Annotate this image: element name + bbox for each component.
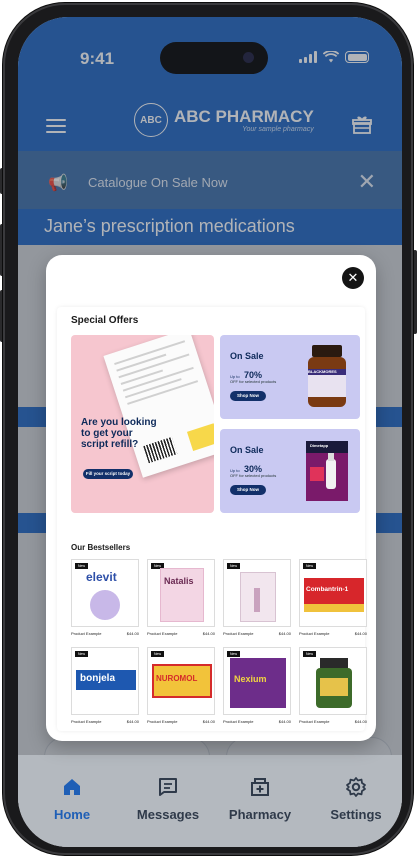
new-badge: New bbox=[227, 563, 241, 569]
product-price: $44.00 bbox=[354, 631, 367, 636]
product-price: $44.00 bbox=[126, 719, 139, 724]
tab-bar: Home Messages Pharmacy Settings bbox=[18, 755, 402, 847]
product-brand: BLACKMORES bbox=[308, 369, 337, 374]
modal-content: Special Offers Are you looking to get yo… bbox=[57, 307, 367, 731]
promo-sale-30[interactable]: On Sale Up to 30% OFF for selected produ… bbox=[220, 429, 360, 513]
product-name: Product Example bbox=[71, 719, 102, 724]
product-card[interactable]: New bonjela Product Example $44.00 bbox=[71, 647, 139, 724]
tab-label: Settings bbox=[330, 807, 382, 822]
tab-label: Home bbox=[53, 807, 91, 822]
new-badge: New bbox=[303, 563, 317, 569]
prescription-image bbox=[103, 335, 214, 478]
settings-icon bbox=[346, 777, 366, 797]
promo-subtitle: OFF for selected products bbox=[230, 473, 277, 478]
bestsellers-title: Our Bestsellers bbox=[71, 543, 131, 552]
product-name: Product Example bbox=[299, 631, 330, 636]
product-card[interactable]: New elevit Product Example $44.00 bbox=[71, 559, 139, 636]
product-card[interactable]: New Natalis Product Example $44.00 bbox=[147, 559, 215, 636]
product-image bbox=[254, 588, 260, 612]
product-brand: Nexium bbox=[234, 674, 267, 684]
new-badge: New bbox=[151, 651, 165, 657]
product-card[interactable]: New Combantrin-1 Product Example $44.00 bbox=[299, 559, 367, 636]
product-name: Product Example bbox=[71, 631, 102, 636]
product-name: Product Example bbox=[299, 719, 330, 724]
home-icon bbox=[64, 779, 80, 795]
promo-title: On Sale bbox=[230, 445, 264, 455]
new-badge: New bbox=[303, 651, 317, 657]
phone-frame: 9:41 ABC ABC PHARMACY Your sample pharma… bbox=[3, 3, 413, 855]
product-card[interactable]: New Product Example $44.00 bbox=[223, 559, 291, 636]
pharmacy-icon bbox=[251, 778, 269, 796]
tab-messages[interactable]: Messages bbox=[126, 775, 210, 822]
tab-label: Messages bbox=[136, 807, 200, 822]
product-brand: NUROMOL bbox=[156, 674, 198, 683]
product-image bbox=[320, 678, 348, 696]
product-name: Product Example bbox=[147, 719, 178, 724]
product-price: $44.00 bbox=[202, 719, 215, 724]
promo-subtitle: OFF for selected products bbox=[230, 379, 277, 384]
offers-modal: ✕ Special Offers Are you looking to get … bbox=[46, 255, 376, 741]
promo-sale-70[interactable]: On Sale Up to 70% OFF for selected produ… bbox=[220, 335, 360, 419]
special-offers-title: Special Offers bbox=[71, 315, 139, 326]
product-brand: Natalis bbox=[164, 576, 194, 586]
product-price: $44.00 bbox=[278, 631, 291, 636]
product-price: $44.00 bbox=[354, 719, 367, 724]
product-brand: Combantrin-1 bbox=[306, 586, 349, 593]
product-image bbox=[304, 604, 364, 612]
fill-script-button[interactable]: Fill your script today bbox=[83, 469, 133, 479]
tab-settings[interactable]: Settings bbox=[314, 775, 398, 822]
tab-home[interactable]: Home bbox=[30, 775, 114, 822]
shop-now-button[interactable]: Shop Now bbox=[230, 391, 266, 401]
tab-label: Pharmacy bbox=[228, 807, 292, 822]
new-badge: New bbox=[75, 563, 89, 569]
new-badge: New bbox=[75, 651, 89, 657]
product-brand: bonjela bbox=[80, 673, 116, 684]
product-price: $44.00 bbox=[202, 631, 215, 636]
product-price: $44.00 bbox=[126, 631, 139, 636]
product-name: Product Example bbox=[223, 719, 254, 724]
promo-title: On Sale bbox=[230, 351, 264, 361]
screen: 9:41 ABC ABC PHARMACY Your sample pharma… bbox=[18, 17, 402, 847]
product-image bbox=[320, 658, 348, 668]
product-card[interactable]: New NUROMOL Product Example $44.00 bbox=[147, 647, 215, 724]
new-badge: New bbox=[227, 651, 241, 657]
product-card[interactable]: New Product Example $44.00 bbox=[299, 647, 367, 724]
message-icon bbox=[159, 778, 177, 796]
modal-close-icon[interactable]: ✕ bbox=[342, 267, 364, 289]
product-card[interactable]: New Nexium Product Example $44.00 bbox=[223, 647, 291, 724]
supplement-bottle-icon bbox=[308, 345, 346, 407]
promo-script-refill[interactable]: Are you looking to get your script refil… bbox=[71, 335, 214, 513]
tab-pharmacy[interactable]: Pharmacy bbox=[218, 775, 302, 822]
product-brand: elevit bbox=[86, 570, 117, 584]
product-name: Product Example bbox=[147, 631, 178, 636]
product-name: Product Example bbox=[223, 631, 254, 636]
product-price: $44.00 bbox=[278, 719, 291, 724]
promo-headline: Are you looking to get your script refil… bbox=[81, 417, 157, 450]
shop-now-button[interactable]: Shop Now bbox=[230, 485, 266, 495]
product-brand: Dimetapp bbox=[310, 443, 329, 448]
product-image bbox=[90, 590, 120, 620]
